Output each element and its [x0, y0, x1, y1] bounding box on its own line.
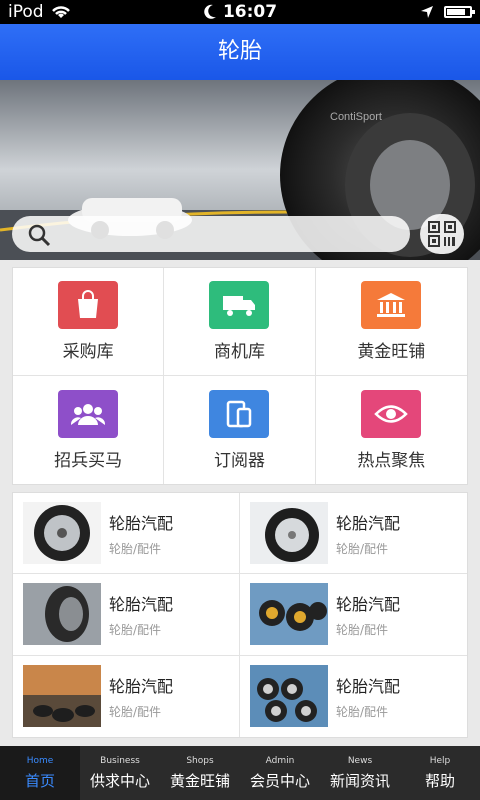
- battery-icon: [444, 6, 475, 18]
- product-name: 轮胎汽配: [109, 594, 174, 614]
- product-name: 轮胎汽配: [336, 676, 401, 696]
- tab-cn-label: 会员中心: [249, 771, 310, 790]
- product-category: 轮胎/配件: [109, 704, 162, 719]
- bank-icon: [361, 281, 422, 329]
- product-category: 轮胎/配件: [336, 541, 389, 556]
- product-grid: 轮胎汽配 轮胎/配件 轮胎汽配 轮胎/配件 轮胎汽配 轮胎/配件 轮胎汽配 轮胎/配件 …: [12, 492, 468, 738]
- product-item[interactable]: 轮胎汽配轮胎/配件: [240, 656, 467, 737]
- menu-item-label: 商机库: [213, 342, 265, 362]
- menu-item-procurement[interactable]: 采购库: [13, 268, 165, 376]
- tab-cn-label: 供求中心: [89, 771, 150, 790]
- page-title: 轮胎: [0, 24, 480, 80]
- menu-item-label: 黄金旺铺: [357, 342, 426, 362]
- qr-scan-button[interactable]: [420, 214, 464, 254]
- menu-item-shops[interactable]: 黄金旺铺: [315, 268, 467, 376]
- wifi-icon: [51, 6, 70, 18]
- tab-cn-label: 黄金旺铺: [169, 771, 230, 790]
- tab-en-label: News: [347, 755, 373, 766]
- product-thumbnail: [23, 665, 101, 728]
- feature-grid: 采购库 商机库 黄金旺铺 招兵买马 订阅器 热点聚焦: [12, 267, 468, 485]
- tab-en-label: Business: [100, 755, 140, 766]
- product-name: 轮胎汽配: [109, 676, 174, 696]
- location-arrow-icon: [421, 6, 433, 18]
- tab-cn-label: 新闻资讯: [329, 771, 390, 790]
- qr-code-icon: [428, 221, 456, 247]
- tab-en-label: Admin: [265, 755, 295, 766]
- menu-item-recruit[interactable]: 招兵买马: [13, 376, 165, 484]
- tab-cn-label: 首页: [24, 771, 55, 790]
- tab-help[interactable]: Help 帮助: [400, 746, 480, 800]
- carrier-label: iPod: [8, 2, 44, 22]
- product-category: 轮胎/配件: [336, 704, 389, 719]
- shopping-bag-icon: [58, 281, 119, 329]
- tab-en-label: Home: [26, 755, 54, 766]
- product-thumbnail: [250, 665, 328, 728]
- search-input[interactable]: [12, 216, 410, 252]
- tab-home[interactable]: Home 首页: [0, 746, 80, 800]
- people-icon: [58, 389, 119, 438]
- product-item[interactable]: 轮胎汽配轮胎/配件: [13, 493, 240, 575]
- product-item[interactable]: 轮胎汽配轮胎/配件: [13, 655, 240, 737]
- menu-item-label: 采购库: [62, 342, 114, 362]
- product-name: 轮胎汽配: [109, 513, 174, 533]
- product-thumbnail: [250, 502, 328, 565]
- tab-en-label: Shops: [186, 755, 214, 766]
- product-item[interactable]: 轮胎汽配轮胎/配件: [240, 574, 467, 656]
- product-item[interactable]: 轮胎汽配轮胎/配件: [240, 493, 467, 575]
- menu-item-hotspot[interactable]: 热点聚焦: [316, 376, 467, 484]
- truck-icon: [209, 281, 270, 329]
- product-thumbnail: [23, 502, 101, 565]
- product-thumbnail: [23, 583, 101, 646]
- eye-icon: [361, 389, 422, 438]
- product-name: 轮胎汽配: [336, 594, 401, 614]
- menu-item-label: 订阅器: [213, 450, 265, 471]
- product-thumbnail: [250, 583, 328, 646]
- product-category: 轮胎/配件: [109, 541, 162, 556]
- product-name: 轮胎汽配: [336, 513, 401, 533]
- bottom-tab-bar: Home 首页 Business 供求中心 Shops 黄金旺铺 Admin 会…: [0, 746, 480, 800]
- tab-news[interactable]: News 新闻资讯: [320, 746, 400, 800]
- tab-shops[interactable]: Shops 黄金旺铺: [160, 746, 240, 800]
- moon-icon: [204, 4, 216, 19]
- menu-item-label: 热点聚焦: [357, 450, 426, 471]
- banner-brand-text: ContiSport: [330, 111, 382, 123]
- menu-item-label: 招兵买马: [54, 450, 123, 471]
- devices-icon: [209, 389, 270, 438]
- status-bar: iPod 16:07: [0, 0, 480, 24]
- product-item[interactable]: 轮胎汽配轮胎/配件: [13, 574, 240, 656]
- tab-admin[interactable]: Admin 会员中心: [240, 746, 320, 800]
- product-category: 轮胎/配件: [109, 622, 162, 637]
- menu-item-business[interactable]: 商机库: [164, 268, 316, 376]
- clock: 16:07: [222, 2, 278, 22]
- tab-cn-label: 帮助: [424, 771, 455, 790]
- tab-en-label: Help: [429, 755, 451, 766]
- search-icon: [28, 224, 51, 247]
- tab-business[interactable]: Business 供求中心: [80, 746, 160, 800]
- product-category: 轮胎/配件: [336, 622, 389, 637]
- menu-item-subscribe[interactable]: 订阅器: [164, 376, 316, 484]
